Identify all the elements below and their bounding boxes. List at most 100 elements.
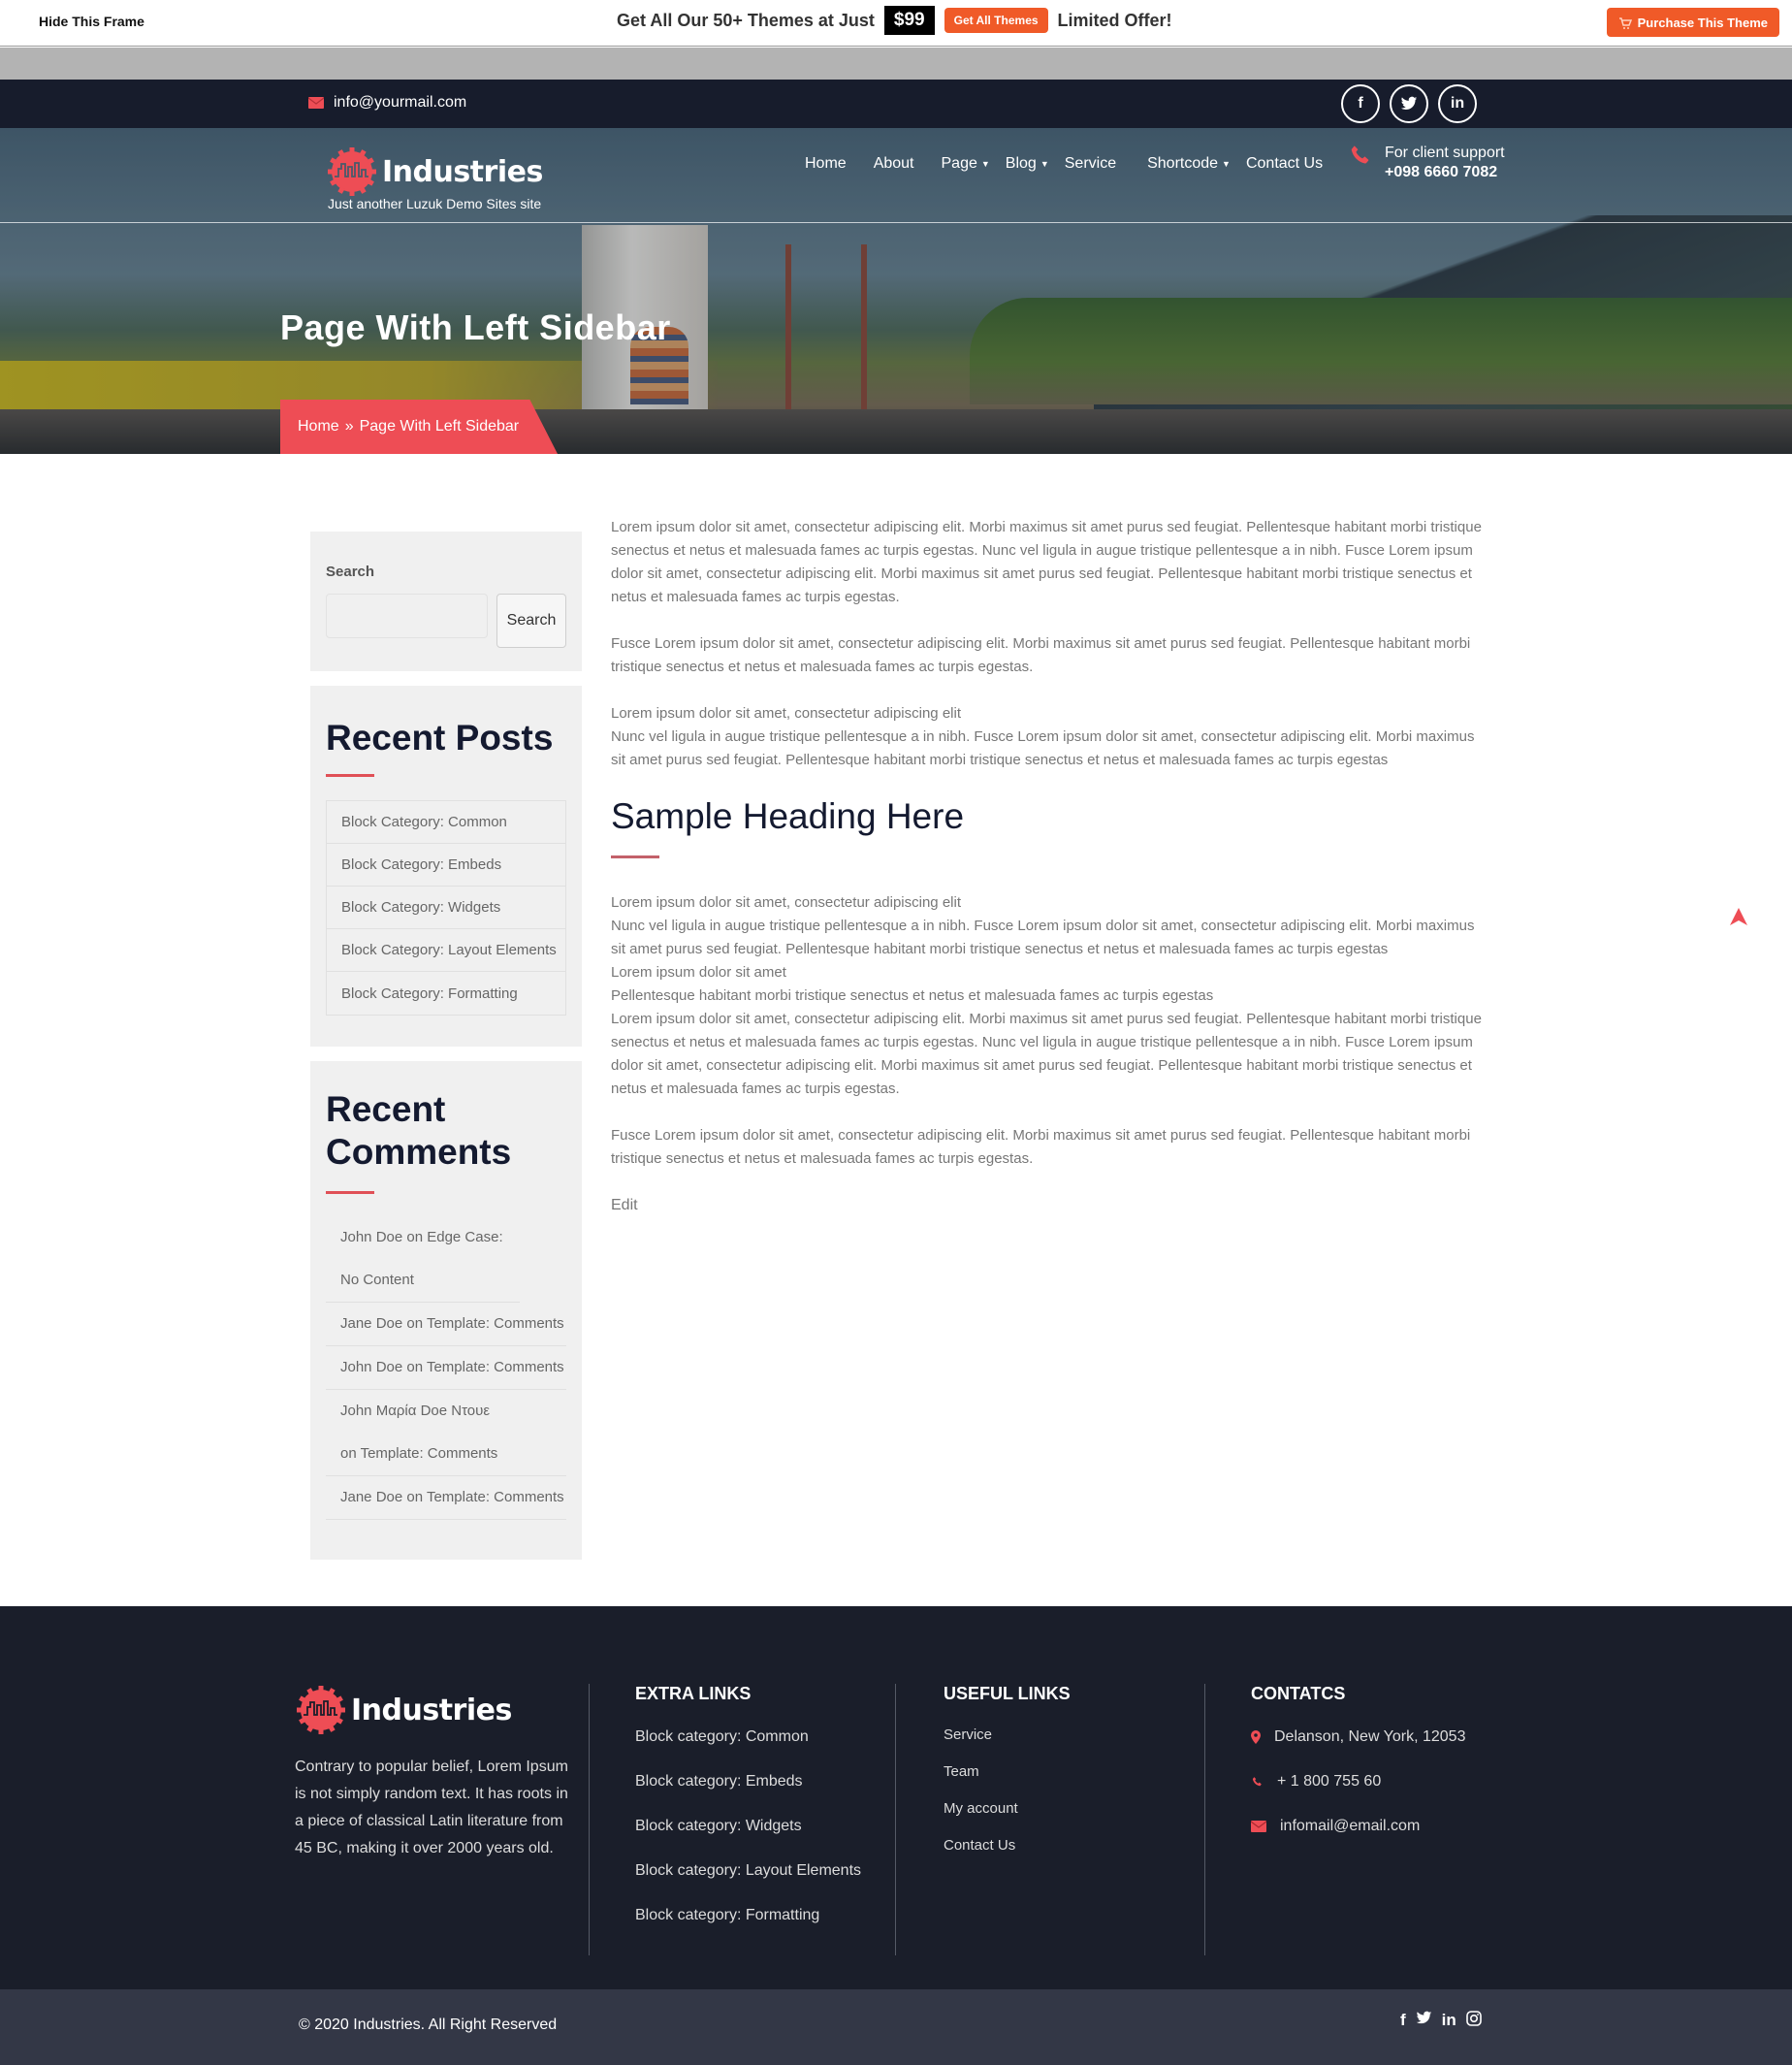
contact-address: Delanson, New York, 12053 — [1251, 1726, 1465, 1749]
contact-address-text: Delanson, New York, 12053 — [1274, 1728, 1466, 1745]
topbar-email[interactable]: info@yourmail.com — [308, 94, 466, 112]
heading-underline — [611, 855, 659, 858]
nav-blog[interactable]: Blog ▼ — [1006, 155, 1049, 173]
recent-comment-link[interactable]: John Doe on Template: Comments — [326, 1346, 566, 1390]
footer-extra-links: EXTRA LINKS Block category: Common Block… — [635, 1684, 861, 1927]
scroll-to-top-button[interactable] — [1728, 906, 1749, 927]
logo-text: Industries — [382, 154, 543, 189]
support-phone[interactable]: +098 6660 7082 — [1385, 163, 1505, 182]
hero-banner: Industries Just another Luzuk Demo Sites… — [0, 128, 1792, 454]
get-all-themes-button[interactable]: Get All Themes — [944, 8, 1048, 33]
recent-post-link[interactable]: Block Category: Embeds — [327, 844, 565, 887]
nav-page[interactable]: Page ▼ — [942, 155, 990, 173]
footer-extra-link[interactable]: Block category: Common — [635, 1726, 861, 1749]
content-paragraph: Lorem ipsum dolor sit amet, consectetur … — [611, 519, 1482, 605]
recent-comment-link[interactable]: Jane Doe on Template: Comments — [326, 1303, 566, 1346]
linkedin-icon[interactable]: in — [1438, 84, 1477, 123]
contacts-title: CONTATCS — [1251, 1684, 1346, 1703]
nav-about[interactable]: About — [874, 155, 914, 173]
promo-headline: Get All Our 50+ Themes at Just — [617, 10, 875, 30]
content-line: Lorem ipsum dolor sit amet, consectetur … — [611, 894, 961, 911]
caret-down-icon: ▼ — [1040, 159, 1049, 169]
search-widget: Search Search — [310, 532, 582, 671]
search-input[interactable] — [326, 594, 488, 638]
nav-home[interactable]: Home — [805, 155, 847, 173]
search-label: Search — [326, 564, 375, 580]
nav-home-label: Home — [805, 155, 847, 172]
purchase-theme-button[interactable]: Purchase This Theme — [1606, 8, 1779, 37]
recent-posts-title: Recent Posts — [326, 718, 554, 758]
recent-comment-link[interactable]: John Doe on Edge Case: No Content — [326, 1216, 520, 1303]
twitter-icon[interactable] — [1416, 2011, 1432, 2031]
recent-comments-list: John Doe on Edge Case: No Content Jane D… — [326, 1216, 566, 1520]
recent-post-link[interactable]: Block Category: Widgets — [327, 887, 565, 929]
footer-extra-link[interactable]: Block category: Layout Elements — [635, 1859, 861, 1883]
nav-contact-us[interactable]: Contact Us — [1246, 155, 1323, 173]
client-support: For client support +098 6660 7082 — [1348, 144, 1505, 182]
recent-comments-title: Recent Comments — [326, 1089, 512, 1172]
recent-posts-list: Block Category: Common Block Category: E… — [326, 800, 566, 1016]
twitter-icon[interactable] — [1390, 84, 1428, 123]
footer: Industries Contrary to popular belief, L… — [0, 1606, 1792, 1989]
footer-useful-link[interactable]: Team — [944, 1760, 1071, 1784]
recent-post-link[interactable]: Block Category: Common — [327, 801, 565, 844]
copyright-text: © 2020 Industries. All Right Reserved — [299, 2017, 558, 2033]
footer-socials: f in — [1400, 2011, 1482, 2031]
page-content: Lorem ipsum dolor sit amet, consectetur … — [611, 516, 1484, 1217]
search-button[interactable]: Search — [496, 594, 566, 648]
footer-useful-link[interactable]: Service — [944, 1724, 1071, 1747]
footer-extra-link[interactable]: Block category: Widgets — [635, 1815, 861, 1838]
content-line: Lorem ipsum dolor sit amet — [611, 964, 786, 981]
promo-bar: Hide This Frame Get All Our 50+ Themes a… — [0, 0, 1792, 47]
breadcrumb-current: Page With Left Sidebar — [359, 418, 520, 435]
promo-offer: Get All Our 50+ Themes at Just $99 Get A… — [617, 4, 1172, 37]
instagram-icon[interactable] — [1465, 2011, 1482, 2031]
page-title: Page With Left Sidebar — [280, 307, 671, 347]
caret-down-icon: ▼ — [1222, 159, 1231, 169]
footer-contacts: CONTATCS Delanson, New York, 12053 + 1 8… — [1251, 1684, 1465, 1838]
caret-down-icon: ▼ — [980, 159, 990, 169]
content-paragraph: Lorem ipsum dolor sit amet, consectetur … — [611, 891, 1484, 1101]
map-pin-icon — [1251, 1730, 1261, 1744]
recent-comment-link[interactable]: Jane Doe on Template: Comments — [326, 1476, 566, 1520]
main-nav: Home About Page ▼ Blog ▼ Service Shortcode… — [805, 155, 1350, 173]
edit-link[interactable]: Edit — [611, 1197, 638, 1213]
top-info-bar: info@yourmail.com f in — [0, 80, 1792, 128]
site-tagline: Just another Luzuk Demo Sites site — [328, 196, 542, 211]
nav-blog-label: Blog — [1005, 155, 1037, 172]
breadcrumb-home[interactable]: Home — [298, 418, 339, 436]
linkedin-icon[interactable]: in — [1442, 2011, 1456, 2031]
content-line: Lorem ipsum dolor sit amet, consectetur … — [611, 1011, 1482, 1097]
content-line: Pellentesque habitant morbi tristique se… — [611, 987, 1214, 1004]
site-logo[interactable]: Industries — [326, 145, 543, 198]
hide-frame-link[interactable]: Hide This Frame — [39, 14, 144, 29]
nav-service-label: Service — [1064, 155, 1117, 172]
envelope-icon — [308, 97, 324, 109]
nav-service[interactable]: Service — [1065, 155, 1116, 173]
recent-post-link[interactable]: Block Category: Formatting — [327, 972, 565, 1015]
header-divider — [0, 222, 1792, 223]
facebook-icon[interactable]: f — [1400, 2011, 1406, 2031]
footer-logo[interactable]: Industries — [295, 1684, 512, 1736]
footer-extra-link[interactable]: Block category: Formatting — [635, 1904, 861, 1927]
contact-phone-text[interactable]: + 1 800 755 60 — [1277, 1770, 1381, 1793]
content-paragraph: Lorem ipsum dolor sit amet, consectetur … — [611, 702, 1484, 772]
recent-comments-widget: Recent Comments John Doe on Edge Case: N… — [310, 1061, 582, 1560]
recent-post-link[interactable]: Block Category: Layout Elements — [327, 929, 565, 972]
recent-posts-widget: Recent Posts Block Category: Common Bloc… — [310, 686, 582, 1047]
facebook-icon[interactable]: f — [1341, 84, 1380, 123]
cart-icon — [1618, 16, 1632, 29]
title-underline — [326, 774, 374, 777]
sample-heading: Sample Heading Here — [611, 796, 965, 836]
nav-about-label: About — [873, 155, 914, 172]
breadcrumb-separator-icon: » — [344, 418, 354, 435]
recent-comment-link[interactable]: John Μαρία Doe Ντουε on Template: Commen… — [326, 1390, 566, 1476]
content-line: Lorem ipsum dolor sit amet, consectetur … — [611, 705, 961, 722]
nav-page-label: Page — [941, 155, 977, 172]
footer-useful-link[interactable]: My account — [944, 1797, 1071, 1821]
breadcrumb: Home » Page With Left Sidebar — [280, 400, 558, 454]
nav-shortcode[interactable]: Shortcode ▼ — [1147, 155, 1231, 173]
footer-extra-link[interactable]: Block category: Embeds — [635, 1770, 861, 1793]
contact-email-text[interactable]: infomail@email.com — [1280, 1815, 1420, 1838]
footer-useful-link[interactable]: Contact Us — [944, 1834, 1071, 1857]
